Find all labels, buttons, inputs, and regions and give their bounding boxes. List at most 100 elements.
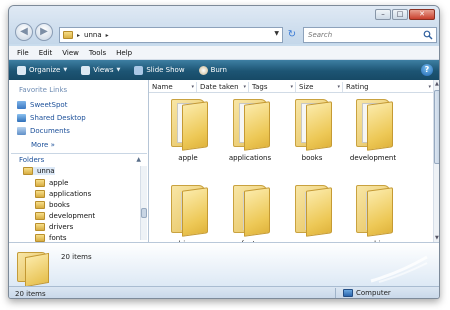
computer-icon xyxy=(343,289,353,297)
scroll-up-icon[interactable]: ▲ xyxy=(435,81,439,87)
caption-buttons: – □ ✕ xyxy=(375,9,435,20)
back-button[interactable]: ◀ xyxy=(15,23,33,41)
folder-name: apple xyxy=(178,154,198,162)
organize-button[interactable]: Organize ▼ xyxy=(17,65,67,75)
folder-tile[interactable]: drivers xyxy=(159,183,217,242)
column-label: Tags xyxy=(252,83,268,91)
folder-tile[interactable]: applications xyxy=(221,97,279,162)
tree-item-applications[interactable]: applications xyxy=(35,190,91,198)
status-bar: 20 items Computer xyxy=(9,286,439,298)
folder-icon xyxy=(23,167,33,175)
column-label: Size xyxy=(299,83,314,91)
search-box[interactable] xyxy=(303,27,437,43)
refresh-icon[interactable]: ↻ xyxy=(285,27,299,43)
folders-scrollbar[interactable] xyxy=(140,166,147,240)
close-button[interactable]: ✕ xyxy=(409,9,435,20)
more-links[interactable]: More » xyxy=(31,141,55,149)
maximize-button[interactable]: □ xyxy=(392,9,408,20)
slideshow-button[interactable]: Slide Show xyxy=(134,65,185,75)
chevron-down-icon[interactable]: ▾ xyxy=(428,82,431,93)
column-name[interactable]: Name ▾ xyxy=(149,82,197,92)
file-list-scrollbar[interactable]: ▲ ▼ xyxy=(433,80,439,242)
menu-edit[interactable]: Edit xyxy=(39,49,53,57)
tree-item-apple[interactable]: apple xyxy=(35,179,68,187)
menu-file[interactable]: File xyxy=(17,49,29,57)
folder-name: development xyxy=(349,154,397,162)
breadcrumb-unna[interactable]: unna xyxy=(84,31,102,39)
column-label: Date taken xyxy=(200,83,239,91)
burn-button[interactable]: Burn xyxy=(198,65,227,75)
folder-icon xyxy=(230,183,270,237)
views-button[interactable]: Views ▼ xyxy=(81,65,120,75)
burn-label: Burn xyxy=(210,66,227,74)
tree-item-label: apple xyxy=(49,179,69,187)
chevron-up-icon: ▲ xyxy=(136,156,141,163)
search-input[interactable] xyxy=(308,31,418,39)
chevron-down-icon[interactable]: ▾ xyxy=(243,82,246,93)
folder-tile[interactable]: development xyxy=(344,97,402,162)
folder-icon xyxy=(353,183,393,237)
address-dropdown-icon[interactable]: ▼ xyxy=(274,30,279,37)
status-location-label: Computer xyxy=(356,289,391,297)
scrollbar-thumb[interactable] xyxy=(141,208,147,218)
breadcrumb-arrow-icon[interactable]: ▸ xyxy=(77,32,80,39)
chevron-down-icon[interactable]: ▾ xyxy=(191,82,194,93)
chevron-down-icon[interactable]: ▾ xyxy=(337,82,340,93)
menu-bar: File Edit View Tools Help xyxy=(9,46,439,60)
tree-item-fonts[interactable]: fonts xyxy=(35,234,67,242)
organize-label: Organize xyxy=(29,66,61,74)
column-tags[interactable]: Tags ▾ xyxy=(249,82,296,92)
tree-item-label: books xyxy=(49,201,70,209)
favorite-link-shared-desktop[interactable]: Shared Desktop xyxy=(17,114,86,122)
tree-item-development[interactable]: development xyxy=(35,212,95,220)
folder-icon xyxy=(168,97,208,151)
folder-icon xyxy=(35,223,45,231)
folder-tile[interactable]: games xyxy=(283,183,341,242)
forward-button[interactable]: ▶ xyxy=(35,23,53,41)
folder-icon xyxy=(292,183,332,237)
tree-item-books[interactable]: books xyxy=(35,201,70,209)
tree-item-drivers[interactable]: drivers xyxy=(35,223,73,231)
address-bar[interactable]: ▸ unna ▸ ▼ xyxy=(59,27,283,43)
column-rating[interactable]: Rating ▾ xyxy=(343,82,433,92)
menu-tools[interactable]: Tools xyxy=(89,49,106,57)
favorite-link-documents[interactable]: Documents xyxy=(17,127,70,135)
menu-help[interactable]: Help xyxy=(116,49,132,57)
favorite-link-sweetspot[interactable]: SweetSpot xyxy=(17,101,67,109)
minimize-button[interactable]: – xyxy=(375,9,391,20)
command-bar: Organize ▼ Views ▼ Slide Show Burn ? xyxy=(9,60,439,80)
favorite-link-label: SweetSpot xyxy=(30,101,68,109)
scrollbar-thumb[interactable] xyxy=(434,90,439,164)
folders-toggle[interactable]: Folders ▲ xyxy=(11,153,147,165)
sweetspot-icon xyxy=(17,101,26,109)
folder-icon xyxy=(35,179,45,187)
column-size[interactable]: Size ▾ xyxy=(296,82,343,92)
chevron-down-icon[interactable]: ▾ xyxy=(290,82,293,93)
folder-icon xyxy=(292,97,332,151)
folder-tile[interactable]: apple xyxy=(159,97,217,162)
title-bar: – □ ✕ ◀ ▶ ▸ unna ▸ ▼ ↻ xyxy=(9,6,439,44)
tree-item-label: drivers xyxy=(49,223,74,231)
menu-view[interactable]: View xyxy=(62,49,79,57)
tree-item-unna[interactable]: unna xyxy=(23,167,55,175)
folder-tile[interactable]: graphics xyxy=(344,183,402,242)
breadcrumb-arrow-icon[interactable]: ▸ xyxy=(106,32,109,39)
folder-tile[interactable]: fonts xyxy=(221,183,279,242)
column-date-taken[interactable]: Date taken ▾ xyxy=(197,82,249,92)
forward-arrow-icon: ▶ xyxy=(40,26,48,37)
desktop-icon xyxy=(17,114,26,122)
folder-icon xyxy=(35,234,45,242)
folder-icon xyxy=(230,97,270,151)
favorite-links-heading: Favorite Links xyxy=(19,86,68,94)
status-location: Computer xyxy=(343,289,391,297)
scroll-down-icon[interactable]: ▼ xyxy=(435,235,439,241)
chevron-right-icon: » xyxy=(50,141,55,149)
navigation-pane: Favorite Links SweetSpot Shared Desktop … xyxy=(9,80,149,242)
documents-icon xyxy=(17,127,26,135)
help-icon[interactable]: ? xyxy=(421,64,433,76)
folder-tile[interactable]: books xyxy=(283,97,341,162)
column-label: Rating xyxy=(346,83,369,91)
folder-name: books xyxy=(301,154,323,162)
search-icon[interactable] xyxy=(423,30,433,40)
file-list: Name ▾ Date taken ▾ Tags ▾ Size ▾ Rating ▾ ap… xyxy=(149,80,439,242)
